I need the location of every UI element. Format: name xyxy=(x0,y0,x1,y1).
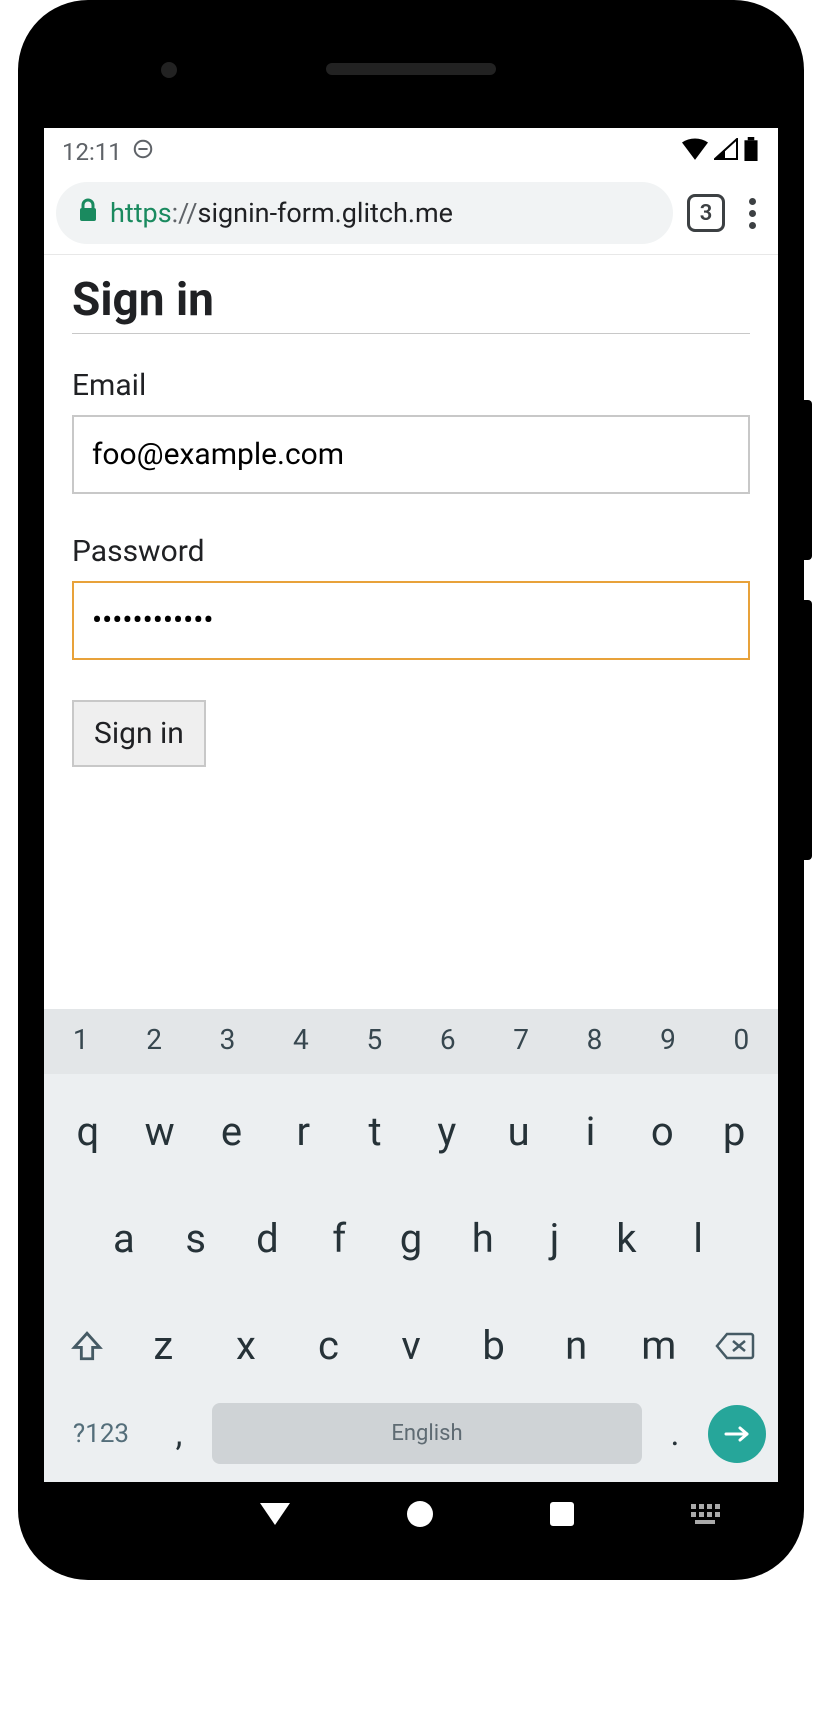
symbols-key[interactable]: ?123 xyxy=(56,1419,146,1449)
keyboard-row-3: zxcvbnm xyxy=(44,1288,778,1395)
nav-back-button[interactable] xyxy=(260,1503,290,1525)
key-d[interactable]: d xyxy=(232,1201,304,1276)
key-m[interactable]: m xyxy=(617,1308,700,1383)
keyboard-number-row: 1234567890 xyxy=(44,1009,778,1074)
key-x[interactable]: x xyxy=(205,1308,288,1383)
key-q[interactable]: q xyxy=(52,1094,124,1169)
key-p[interactable]: p xyxy=(698,1094,770,1169)
password-field[interactable] xyxy=(72,581,750,660)
key-w[interactable]: w xyxy=(124,1094,196,1169)
key-5[interactable]: 5 xyxy=(338,1009,411,1074)
signal-icon xyxy=(714,138,738,166)
browser-toolbar: https://signin-form.glitch.me 3 xyxy=(44,174,778,255)
url-scheme: https xyxy=(110,197,172,229)
key-r[interactable]: r xyxy=(267,1094,339,1169)
nav-home-button[interactable] xyxy=(407,1501,433,1527)
phone-frame: 12:11 xyxy=(18,0,804,1580)
key-n[interactable]: n xyxy=(535,1308,618,1383)
key-a[interactable]: a xyxy=(88,1201,160,1276)
key-h[interactable]: h xyxy=(447,1201,519,1276)
tab-switcher-button[interactable]: 3 xyxy=(687,194,725,232)
key-z[interactable]: z xyxy=(122,1308,205,1383)
nav-recent-button[interactable] xyxy=(550,1502,574,1526)
key-f[interactable]: f xyxy=(303,1201,375,1276)
key-6[interactable]: 6 xyxy=(411,1009,484,1074)
key-2[interactable]: 2 xyxy=(117,1009,190,1074)
key-u[interactable]: u xyxy=(483,1094,555,1169)
key-s[interactable]: s xyxy=(160,1201,232,1276)
shift-key[interactable] xyxy=(52,1308,122,1383)
key-0[interactable]: 0 xyxy=(705,1009,778,1074)
key-o[interactable]: o xyxy=(626,1094,698,1169)
phone-speaker xyxy=(326,63,496,75)
divider xyxy=(72,333,750,334)
email-field[interactable] xyxy=(72,415,750,494)
soft-keyboard: 1234567890 qwertyuiop asdfghjkl zxcvbnm … xyxy=(44,1009,778,1482)
key-b[interactable]: b xyxy=(452,1308,535,1383)
keyboard-row-2: asdfghjkl xyxy=(44,1181,778,1288)
url-sep: :// xyxy=(172,197,198,229)
spacebar-key[interactable]: English xyxy=(212,1403,642,1464)
nav-keyboard-button[interactable] xyxy=(691,1504,720,1524)
page-content: Sign in Email Password Sign in xyxy=(44,255,778,1009)
comma-key[interactable]: , xyxy=(154,1414,204,1454)
android-nav-bar xyxy=(44,1484,778,1544)
password-label: Password xyxy=(72,534,750,569)
key-g[interactable]: g xyxy=(375,1201,447,1276)
status-time: 12:11 xyxy=(62,138,122,166)
key-c[interactable]: c xyxy=(287,1308,370,1383)
battery-icon xyxy=(744,137,758,167)
key-7[interactable]: 7 xyxy=(484,1009,557,1074)
lock-icon xyxy=(78,197,98,229)
key-v[interactable]: v xyxy=(370,1308,453,1383)
keyboard-row-1: qwertyuiop xyxy=(44,1074,778,1181)
period-key[interactable]: . xyxy=(650,1414,700,1454)
key-l[interactable]: l xyxy=(662,1201,734,1276)
side-button xyxy=(804,400,812,560)
keyboard-bottom-row: ?123 , English . xyxy=(44,1395,778,1482)
key-y[interactable]: y xyxy=(411,1094,483,1169)
enter-key[interactable] xyxy=(708,1405,766,1463)
phone-camera xyxy=(161,62,177,78)
email-label: Email xyxy=(72,368,750,403)
key-1[interactable]: 1 xyxy=(44,1009,117,1074)
overflow-menu-button[interactable] xyxy=(739,192,766,235)
wifi-icon xyxy=(682,138,708,166)
key-i[interactable]: i xyxy=(555,1094,627,1169)
key-t[interactable]: t xyxy=(339,1094,411,1169)
key-9[interactable]: 9 xyxy=(631,1009,704,1074)
url-text: https://signin-form.glitch.me xyxy=(110,197,453,229)
omnibox[interactable]: https://signin-form.glitch.me xyxy=(56,182,673,244)
key-j[interactable]: j xyxy=(519,1201,591,1276)
key-3[interactable]: 3 xyxy=(191,1009,264,1074)
key-e[interactable]: e xyxy=(196,1094,268,1169)
status-bar: 12:11 xyxy=(44,128,778,174)
page-title: Sign in xyxy=(72,273,750,327)
side-button xyxy=(804,600,812,860)
tab-count: 3 xyxy=(700,201,713,226)
signin-button[interactable]: Sign in xyxy=(72,700,206,767)
dnd-icon xyxy=(132,138,154,166)
key-8[interactable]: 8 xyxy=(558,1009,631,1074)
url-host: signin-form.glitch.me xyxy=(198,197,454,229)
key-k[interactable]: k xyxy=(590,1201,662,1276)
backspace-key[interactable] xyxy=(700,1308,770,1383)
key-4[interactable]: 4 xyxy=(264,1009,337,1074)
